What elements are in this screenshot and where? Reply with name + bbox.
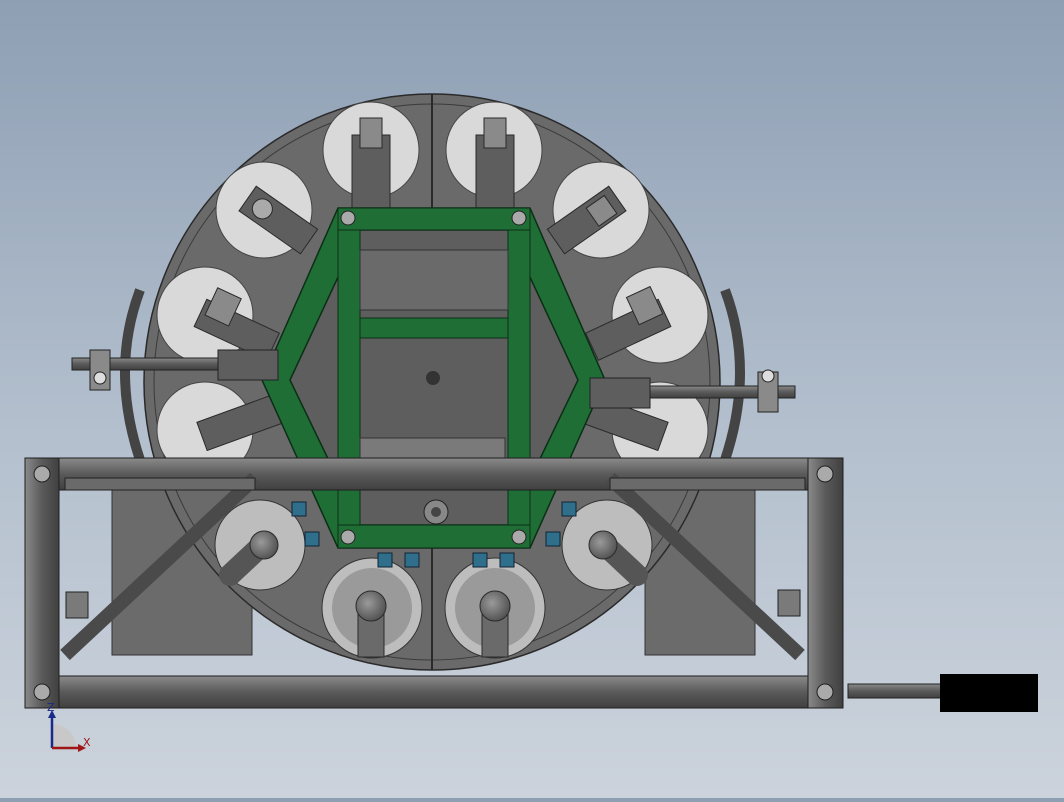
cad-viewport[interactable]: Z X (0, 0, 1064, 798)
triad-x-label: X (83, 736, 91, 749)
machine-drawing: Z X (24, 93, 1038, 752)
xyz-axis-triad-icon: Z X (47, 701, 91, 752)
triad-z-label: Z (47, 701, 55, 714)
